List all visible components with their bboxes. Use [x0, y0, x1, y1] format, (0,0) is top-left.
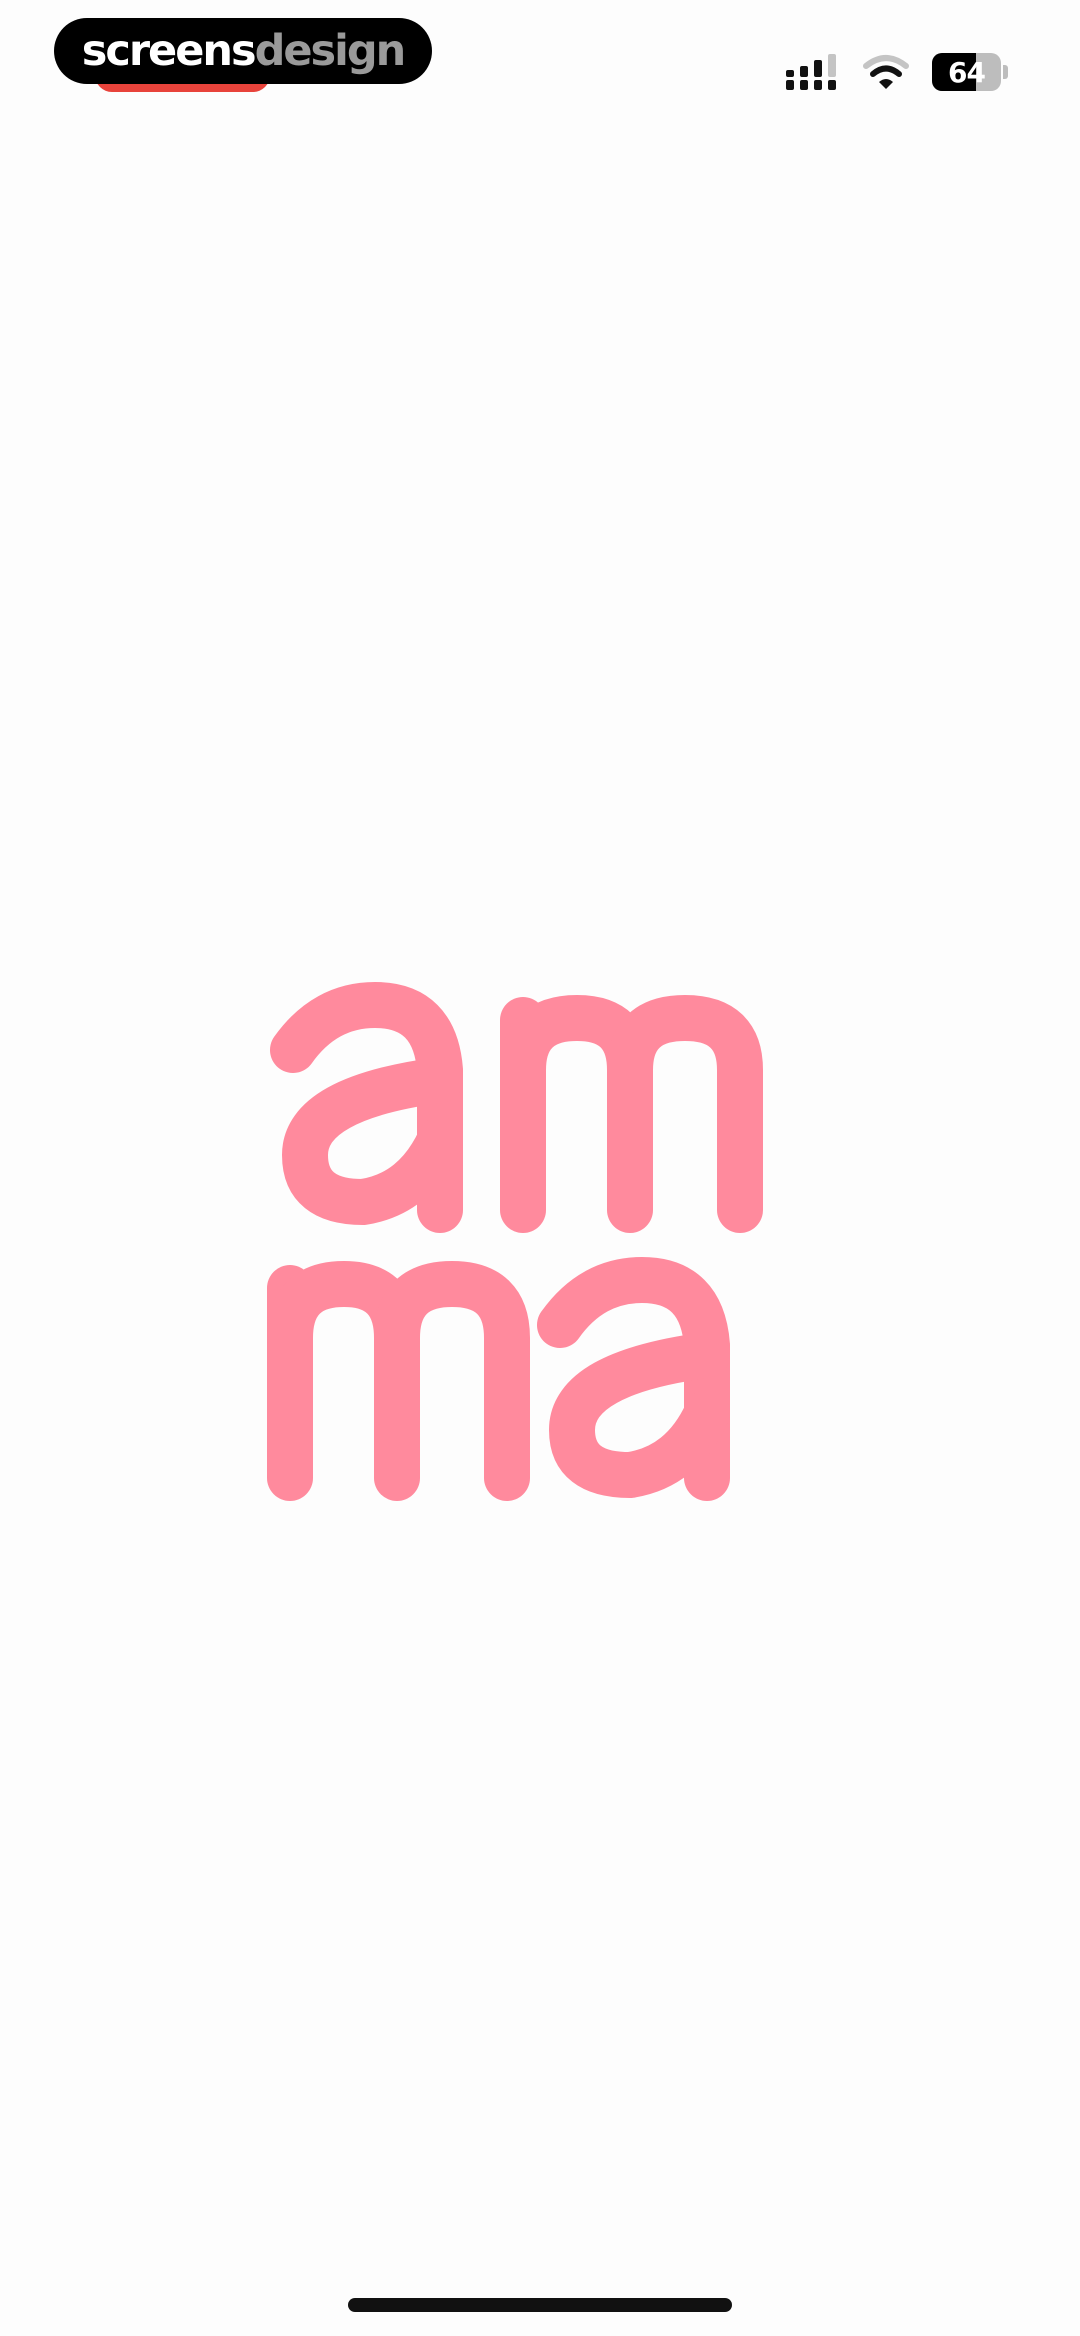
amma-logo: am ma: [267, 982, 763, 1501]
status-bar-icons: 64: [784, 48, 1008, 96]
signal-icon: [786, 54, 836, 90]
home-indicator[interactable]: [348, 2298, 732, 2312]
screensdesign-watermark: screens design: [54, 18, 432, 84]
splash-screen: screens design 64: [0, 0, 1080, 2336]
wifi-icon: [863, 55, 909, 89]
watermark-text-design: design: [254, 25, 407, 76]
watermark-text-screens: screens: [81, 25, 257, 76]
battery-icon: 64: [932, 52, 1008, 92]
battery-level: 64: [948, 55, 986, 89]
